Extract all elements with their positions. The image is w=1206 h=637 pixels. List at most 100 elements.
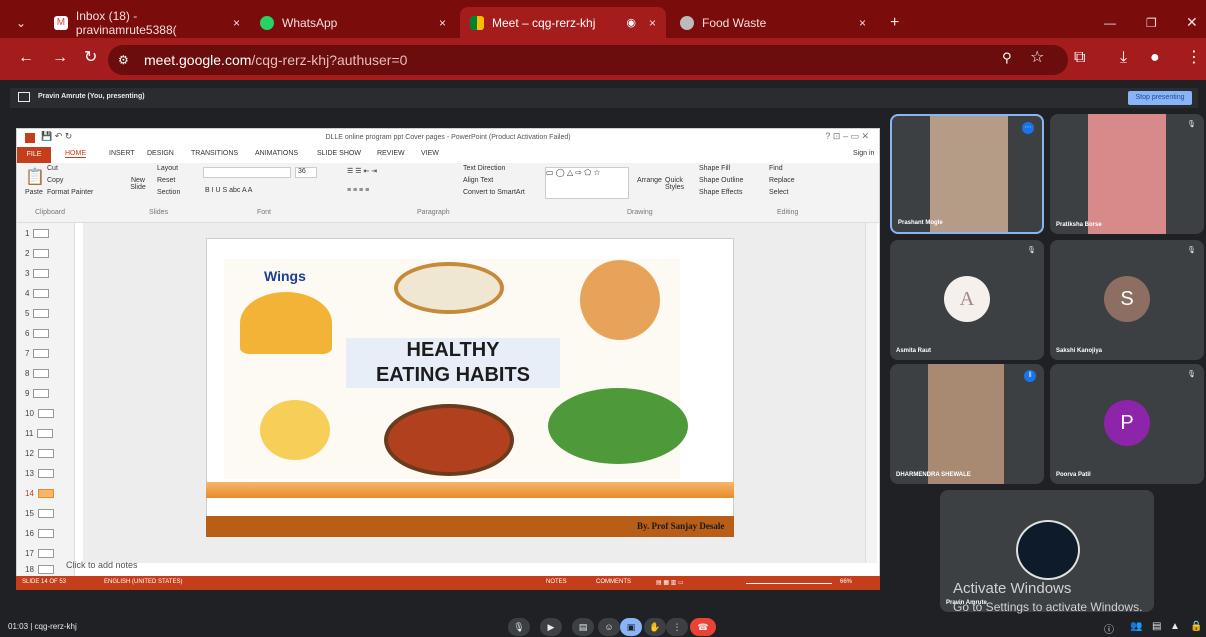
cut-button[interactable]: Cut: [47, 165, 58, 172]
slide-thumb[interactable]: 12: [25, 449, 54, 459]
raise-hand-icon[interactable]: ✋: [644, 618, 666, 636]
slide-thumb-active[interactable]: 14: [25, 489, 54, 499]
layout-button[interactable]: Layout: [157, 165, 178, 172]
extensions-icon[interactable]: ⧉: [1074, 49, 1085, 67]
bookmark-star-icon[interactable]: ☆: [1030, 49, 1044, 67]
list-icons[interactable]: ☰ ☰ ⇤ ⇥: [347, 167, 377, 175]
leave-call-icon[interactable]: ☎: [690, 618, 716, 636]
ribbon-tab-file[interactable]: FILE: [17, 147, 51, 163]
align-icons[interactable]: ≡ ≡ ≡ ≡: [347, 187, 369, 194]
slide-thumb[interactable]: 1: [25, 229, 50, 239]
text-direction-button[interactable]: Text Direction: [463, 165, 505, 172]
format-painter-button[interactable]: Format Painter: [47, 189, 93, 196]
close-icon[interactable]: ×: [439, 16, 446, 30]
ribbon-tab-design[interactable]: DESIGN: [147, 150, 174, 157]
close-icon[interactable]: ×: [233, 16, 240, 30]
slide-thumb[interactable]: 3: [25, 269, 50, 279]
restore-button[interactable]: ❐: [1136, 7, 1166, 38]
more-options-icon[interactable]: ⋮: [666, 618, 688, 636]
participant-tile[interactable]: ⦀ DHARMENDRA SHEWALE: [890, 364, 1044, 484]
present-icon[interactable]: ▣: [620, 618, 642, 636]
select-button[interactable]: Select: [769, 189, 788, 196]
people-icon[interactable]: 👥: [1130, 621, 1142, 632]
notes-button[interactable]: NOTES: [546, 579, 567, 585]
participant-tile[interactable]: P 🎙 Poorva Patil: [1050, 364, 1204, 484]
paste-icon[interactable]: 📋: [25, 167, 45, 187]
slide-thumb[interactable]: 13: [25, 469, 54, 479]
slide-thumb[interactable]: 8: [25, 369, 50, 379]
ribbon-tab-slide-show[interactable]: SLIDE SHOW: [317, 150, 361, 157]
vertical-scrollbar[interactable]: [865, 223, 877, 563]
reset-button[interactable]: Reset: [157, 177, 175, 184]
zoom-icon[interactable]: ⚲: [1002, 49, 1012, 67]
forward-icon[interactable]: →: [52, 49, 68, 67]
slide-thumb[interactable]: 2: [25, 249, 50, 259]
slide-thumb[interactable]: 17: [25, 549, 54, 559]
close-window-button[interactable]: ✕: [1176, 7, 1204, 38]
participant-tile[interactable]: 🎙 Pratiksha Borse: [1050, 114, 1204, 234]
new-tab-button[interactable]: +: [880, 7, 910, 38]
slide-thumb[interactable]: 15: [25, 509, 54, 519]
slide-thumb[interactable]: 5: [25, 309, 50, 319]
convert-smartart-button[interactable]: Convert to SmartArt: [463, 189, 525, 196]
close-icon[interactable]: ×: [859, 16, 866, 30]
font-size-input[interactable]: 36: [295, 167, 317, 178]
host-controls-icon[interactable]: 🔒: [1190, 621, 1202, 632]
ribbon-tab-home[interactable]: HOME: [65, 150, 86, 158]
url-text[interactable]: meet.google.com/cqg-rerz-khj?authuser=0: [144, 52, 407, 68]
participant-tile[interactable]: A 🎙 Asmita Raut: [890, 240, 1044, 360]
tab-inbox[interactable]: M Inbox (18) - pravinamrute5388( ×: [44, 7, 250, 38]
slide-thumb[interactable]: 9: [25, 389, 50, 399]
slide-thumb[interactable]: 6: [25, 329, 50, 339]
participant-tile[interactable]: S 🎙 Sakshi Kanojiya: [1050, 240, 1204, 360]
activities-icon[interactable]: ▲: [1170, 621, 1180, 632]
ribbon-tab-view[interactable]: VIEW: [421, 150, 439, 157]
find-button[interactable]: Find: [769, 165, 783, 172]
zoom-slider[interactable]: [746, 583, 832, 584]
font-name-input[interactable]: [203, 167, 291, 178]
replace-button[interactable]: Replace: [769, 177, 795, 184]
back-icon[interactable]: ←: [18, 49, 34, 67]
notes-placeholder[interactable]: Click to add notes: [66, 560, 138, 570]
download-icon[interactable]: ⤓: [1120, 49, 1127, 67]
ribbon-tab-insert[interactable]: INSERT: [109, 150, 135, 157]
profile-avatar[interactable]: ●: [1150, 49, 1160, 67]
slide-thumb[interactable]: 18: [25, 565, 54, 575]
align-text-button[interactable]: Align Text: [463, 177, 493, 184]
sign-in-link[interactable]: Sign in: [853, 150, 874, 157]
mic-icon[interactable]: 🎙: [508, 618, 530, 636]
slide-thumb[interactable]: 16: [25, 529, 54, 539]
stop-presenting-button[interactable]: Stop presenting: [1128, 91, 1192, 105]
zoom-level[interactable]: 66%: [840, 579, 852, 585]
slide-thumb[interactable]: 4: [25, 289, 50, 299]
shapes-gallery[interactable]: ▭ ◯ △ ⇨ ⬠ ☆: [545, 167, 629, 199]
copy-button[interactable]: Copy: [47, 177, 63, 184]
menu-icon[interactable]: ⋮: [1186, 49, 1202, 67]
slide-thumb[interactable]: 10: [25, 409, 54, 419]
view-icons[interactable]: ▤ ▦ ▥ ▭: [656, 579, 684, 586]
captions-icon[interactable]: ▤: [572, 618, 594, 636]
tab-meet[interactable]: Meet – cqg-rerz-khj ◉ ×: [460, 7, 666, 38]
ribbon-tab-transitions[interactable]: TRANSITIONS: [191, 150, 238, 157]
paste-button[interactable]: Paste: [25, 189, 43, 196]
slide-thumb[interactable]: 7: [25, 349, 50, 359]
tab-food-waste[interactable]: Food Waste ×: [670, 7, 876, 38]
window-controls[interactable]: ? ⊡ – ▭ ✕: [825, 131, 869, 142]
font-format-icons[interactable]: B I U S abc A A: [205, 187, 252, 194]
ribbon-tab-animations[interactable]: ANIMATIONS: [255, 150, 298, 157]
emoji-icon[interactable]: ☺: [598, 618, 620, 636]
shape-outline-button[interactable]: Shape Outline: [699, 177, 743, 184]
close-icon[interactable]: ×: [649, 16, 656, 30]
section-button[interactable]: Section: [157, 189, 180, 196]
ribbon-tab-review[interactable]: REVIEW: [377, 150, 405, 157]
tab-search-button[interactable]: ⌄: [6, 7, 36, 38]
participant-tile[interactable]: ⋯ Prashant Mogle: [890, 114, 1044, 234]
arrange-button[interactable]: Arrange: [637, 177, 662, 184]
reload-icon[interactable]: ↻: [84, 49, 97, 67]
shape-effects-button[interactable]: Shape Effects: [699, 189, 742, 196]
quick-styles-button[interactable]: Quick Styles: [665, 177, 693, 191]
new-slide-button[interactable]: New Slide: [123, 177, 153, 191]
minimize-button[interactable]: —: [1094, 7, 1124, 38]
camera-icon[interactable]: ▶: [540, 618, 562, 636]
more-options-icon[interactable]: ⋯: [1022, 122, 1034, 134]
